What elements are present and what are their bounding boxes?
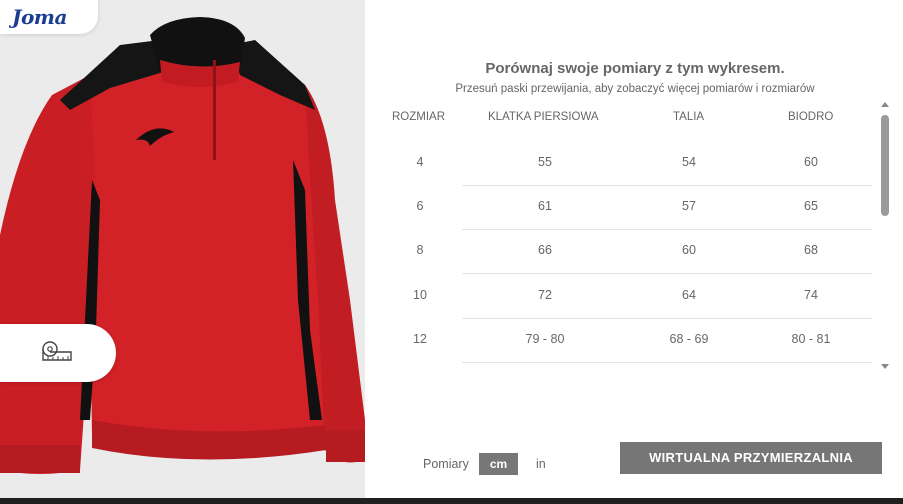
column-header-chest: KLATKA PIERSIOWA	[488, 111, 599, 123]
table-cell-hip: 74	[804, 288, 818, 302]
table-cell-waist: 64	[682, 288, 696, 302]
unit-in-toggle[interactable]: in	[536, 457, 546, 471]
virtual-fitting-button[interactable]: WIRTUALNA PRZYMIERZALNIA	[620, 442, 882, 474]
table-cell-size: 12	[413, 332, 427, 346]
measure-guide-button[interactable]	[0, 324, 116, 382]
table-cell-size: 8	[416, 243, 424, 257]
column-header-size: ROZMIAR	[392, 111, 446, 123]
table-cell-hip: 80 - 81	[791, 332, 831, 346]
measuring-tape-icon	[42, 341, 72, 361]
table-cell-hip: 60	[804, 155, 818, 169]
table-cell-waist: 54	[682, 155, 696, 169]
table-cell-waist: 68 - 69	[669, 332, 709, 346]
table-row-divider	[462, 229, 872, 230]
table-row-divider	[462, 185, 872, 186]
units-label: Pomiary	[423, 457, 469, 471]
bottom-bar	[0, 498, 903, 504]
table-cell-hip: 65	[804, 199, 818, 213]
scroll-up-arrow-icon[interactable]	[881, 102, 889, 107]
size-chart-subtitle: Przesuń paski przewijania, aby zobaczyć …	[455, 83, 815, 95]
table-row-divider	[462, 362, 872, 363]
table-cell-waist: 60	[682, 243, 696, 257]
table-cell-chest: 72	[538, 288, 552, 302]
table-cell-chest: 66	[538, 243, 552, 257]
table-row-divider	[462, 318, 872, 319]
table-cell-hip: 68	[804, 243, 818, 257]
scroll-down-arrow-icon[interactable]	[881, 364, 889, 369]
vertical-scrollbar[interactable]	[879, 100, 891, 370]
table-cell-chest: 61	[538, 199, 552, 213]
table-cell-chest: 55	[538, 155, 552, 169]
table-row-divider	[462, 273, 872, 274]
table-cell-size: 10	[413, 288, 427, 302]
table-cell-chest: 79 - 80	[525, 332, 565, 346]
brand-logo: Joma	[12, 5, 67, 29]
size-chart-panel: Porównaj swoje pomiary z tym wykresem. P…	[365, 0, 903, 498]
column-header-waist: TALIA	[673, 111, 705, 123]
size-chart-title: Porównaj swoje pomiary z tym wykresem.	[485, 60, 785, 77]
column-header-hip: BIODRO	[788, 111, 834, 123]
product-image	[0, 17, 365, 474]
product-image-panel: Joma	[0, 0, 365, 498]
table-cell-waist: 57	[682, 199, 696, 213]
scrollbar-thumb[interactable]	[881, 115, 889, 216]
brand-logo-tab[interactable]: Joma	[0, 0, 98, 34]
table-cell-size: 6	[416, 199, 424, 213]
table-cell-size: 4	[416, 155, 424, 169]
unit-cm-toggle[interactable]: cm	[479, 453, 518, 475]
